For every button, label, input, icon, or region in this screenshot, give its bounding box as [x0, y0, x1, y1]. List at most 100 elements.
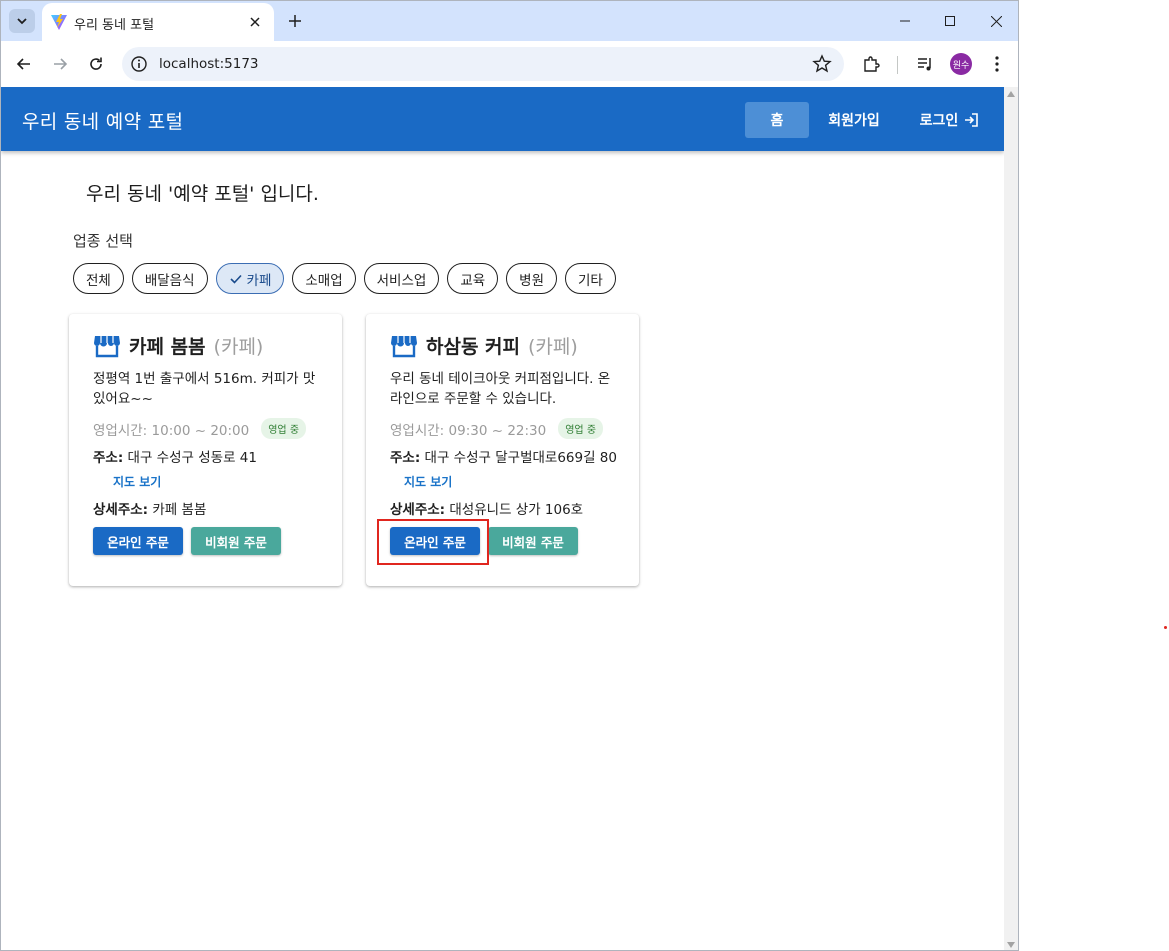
- map-link[interactable]: 지도 보기: [113, 475, 161, 489]
- browser-window: 우리 동네 포털 localhost:5173 원수 우리 동네 예약 포털 홈…: [0, 0, 1019, 951]
- chip-cafe[interactable]: 카페: [215, 263, 285, 294]
- browser-tab[interactable]: 우리 동네 포털: [42, 3, 274, 41]
- guest-order-button[interactable]: 비회원 주문: [488, 527, 578, 555]
- chip-hospital[interactable]: 병원: [506, 263, 558, 294]
- browser-toolbar: localhost:5173 원수: [1, 41, 1018, 87]
- map-link[interactable]: 지도 보기: [404, 475, 452, 489]
- app-header: 우리 동네 예약 포털 홈 회원가입 로그인: [1, 87, 1004, 151]
- store-hours-row: 영업시간: 09:30 ~ 22:30 영업 중: [390, 418, 604, 439]
- address-value: 대구 수성구 달구벌대로669길 80: [424, 450, 617, 466]
- profile-avatar[interactable]: 원수: [950, 53, 972, 75]
- maximize-icon: [945, 16, 955, 26]
- page-viewport: 우리 동네 예약 포털 홈 회원가입 로그인 우리 동네 '예약 포털' 입니다…: [1, 87, 1004, 950]
- arrow-right-icon: [54, 58, 68, 70]
- chevron-down-icon: [17, 18, 27, 25]
- store-address: 주소: 대구 수성구 달구벌대로669길 80 지도 보기: [390, 446, 620, 494]
- online-order-button[interactable]: 온라인 주문: [93, 527, 183, 555]
- store-detail-address: 상세주소: 대성유니드 상가 106호: [390, 498, 583, 518]
- store-card-header: 카페 봄봄 (카페): [93, 332, 263, 359]
- nav-login-button[interactable]: 로그인: [907, 102, 991, 138]
- detail-address-label: 상세주소:: [93, 502, 149, 518]
- address-label: 주소:: [390, 450, 421, 466]
- chip-label: 기타: [578, 272, 603, 289]
- scroll-down-arrow-icon[interactable]: [1007, 942, 1015, 948]
- chip-delivery[interactable]: 배달음식: [131, 263, 208, 294]
- media-control-button[interactable]: [911, 50, 939, 78]
- forward-button[interactable]: [46, 50, 74, 78]
- storefront-icon: [94, 335, 120, 357]
- chip-service[interactable]: 서비스업: [363, 263, 440, 294]
- reload-button[interactable]: [82, 50, 110, 78]
- minimize-icon: [900, 20, 910, 22]
- tab-strip: 우리 동네 포털: [1, 1, 1018, 41]
- store-category: (카페): [213, 336, 264, 358]
- page-title: 우리 동네 '예약 포털' 입니다.: [86, 183, 319, 205]
- page-scrollbar[interactable]: [1004, 87, 1018, 950]
- status-badge: 영업 중: [261, 418, 307, 439]
- chip-all[interactable]: 전체: [73, 263, 124, 294]
- store-name: 하삼동 커피: [426, 336, 521, 358]
- nav-signup-button[interactable]: 회원가입: [819, 102, 889, 138]
- storefront-icon: [391, 335, 417, 357]
- brand-title[interactable]: 우리 동네 예약 포털: [22, 107, 183, 134]
- check-icon: [229, 274, 242, 284]
- status-badge: 영업 중: [558, 418, 604, 439]
- order-button-row: 온라인 주문 비회원 주문: [93, 527, 281, 555]
- store-address: 주소: 대구 수성구 성동로 41 지도 보기: [93, 446, 323, 494]
- store-card: 카페 봄봄 (카페) 정평역 1번 출구에서 516m. 커피가 맛있어요~~ …: [69, 314, 342, 586]
- close-icon: [250, 17, 260, 27]
- back-button[interactable]: [10, 50, 38, 78]
- address-label: 주소:: [93, 450, 124, 466]
- close-window-button[interactable]: [980, 7, 1012, 35]
- close-icon: [990, 15, 1002, 27]
- extensions-button[interactable]: [857, 50, 885, 78]
- highlight-box: [377, 519, 489, 565]
- minimize-button[interactable]: [889, 7, 921, 35]
- store-hours: 영업시간: 10:00 ~ 20:00: [93, 422, 250, 439]
- store-name: 카페 봄봄: [129, 336, 206, 358]
- store-hours: 영업시간: 09:30 ~ 22:30: [390, 422, 547, 439]
- scroll-up-arrow-icon[interactable]: [1007, 91, 1015, 97]
- chip-etc[interactable]: 기타: [565, 263, 616, 294]
- vite-logo-icon: [51, 14, 67, 30]
- reload-icon: [90, 57, 102, 70]
- tab-close-button[interactable]: [246, 13, 264, 31]
- detail-address-value: 대성유니드 상가 106호: [449, 502, 584, 518]
- address-value: 대구 수성구 성동로 41: [127, 450, 257, 466]
- kebab-menu-icon: [995, 56, 999, 72]
- chip-label: 카페: [246, 272, 272, 289]
- tab-search-button[interactable]: [9, 9, 35, 33]
- store-description: 우리 동네 테이크아웃 커피점입니다. 온라인으로 주문할 수 있습니다.: [390, 371, 611, 407]
- info-icon[interactable]: [130, 55, 148, 73]
- store-category: (카페): [528, 336, 578, 358]
- store-description: 정평역 1번 출구에서 516m. 커피가 맛있어요~~: [93, 371, 316, 407]
- chip-retail[interactable]: 소매업: [292, 263, 356, 294]
- plus-icon: [289, 15, 301, 27]
- guest-order-button[interactable]: 비회원 주문: [191, 527, 281, 555]
- store-hours-row: 영업시간: 10:00 ~ 20:00 영업 중: [93, 418, 307, 439]
- store-card-header: 하삼동 커피 (카페): [390, 332, 578, 359]
- new-tab-button[interactable]: [283, 9, 307, 33]
- browser-menu-button[interactable]: [983, 50, 1011, 78]
- arrow-left-icon: [16, 58, 30, 70]
- category-filter-label: 업종 선택: [73, 232, 133, 250]
- maximize-button[interactable]: [934, 7, 966, 35]
- puzzle-icon: [864, 56, 880, 72]
- chip-label: 서비스업: [376, 272, 427, 289]
- toolbar-separator: [897, 56, 898, 74]
- chip-education[interactable]: 교육: [447, 263, 499, 294]
- chip-label: 병원: [519, 272, 545, 289]
- nav-login-label: 로그인: [919, 113, 959, 129]
- url-text[interactable]: localhost:5173: [159, 56, 259, 72]
- bookmark-star-icon[interactable]: [812, 54, 832, 74]
- store-detail-address: 상세주소: 카페 봄봄: [93, 498, 206, 518]
- category-chip-group: 전체 배달음식 카페 소매업 서비스업 교육 병원 기타: [73, 263, 616, 294]
- address-bar[interactable]: localhost:5173: [122, 47, 844, 81]
- chip-label: 교육: [460, 272, 486, 289]
- chip-label: 배달음식: [144, 272, 195, 289]
- detail-address-value: 카페 봄봄: [152, 502, 207, 518]
- music-queue-icon: [918, 58, 931, 71]
- cursor-marker: [1164, 626, 1167, 629]
- chip-label: 전체: [86, 272, 111, 289]
- nav-home-button[interactable]: 홈: [745, 102, 809, 138]
